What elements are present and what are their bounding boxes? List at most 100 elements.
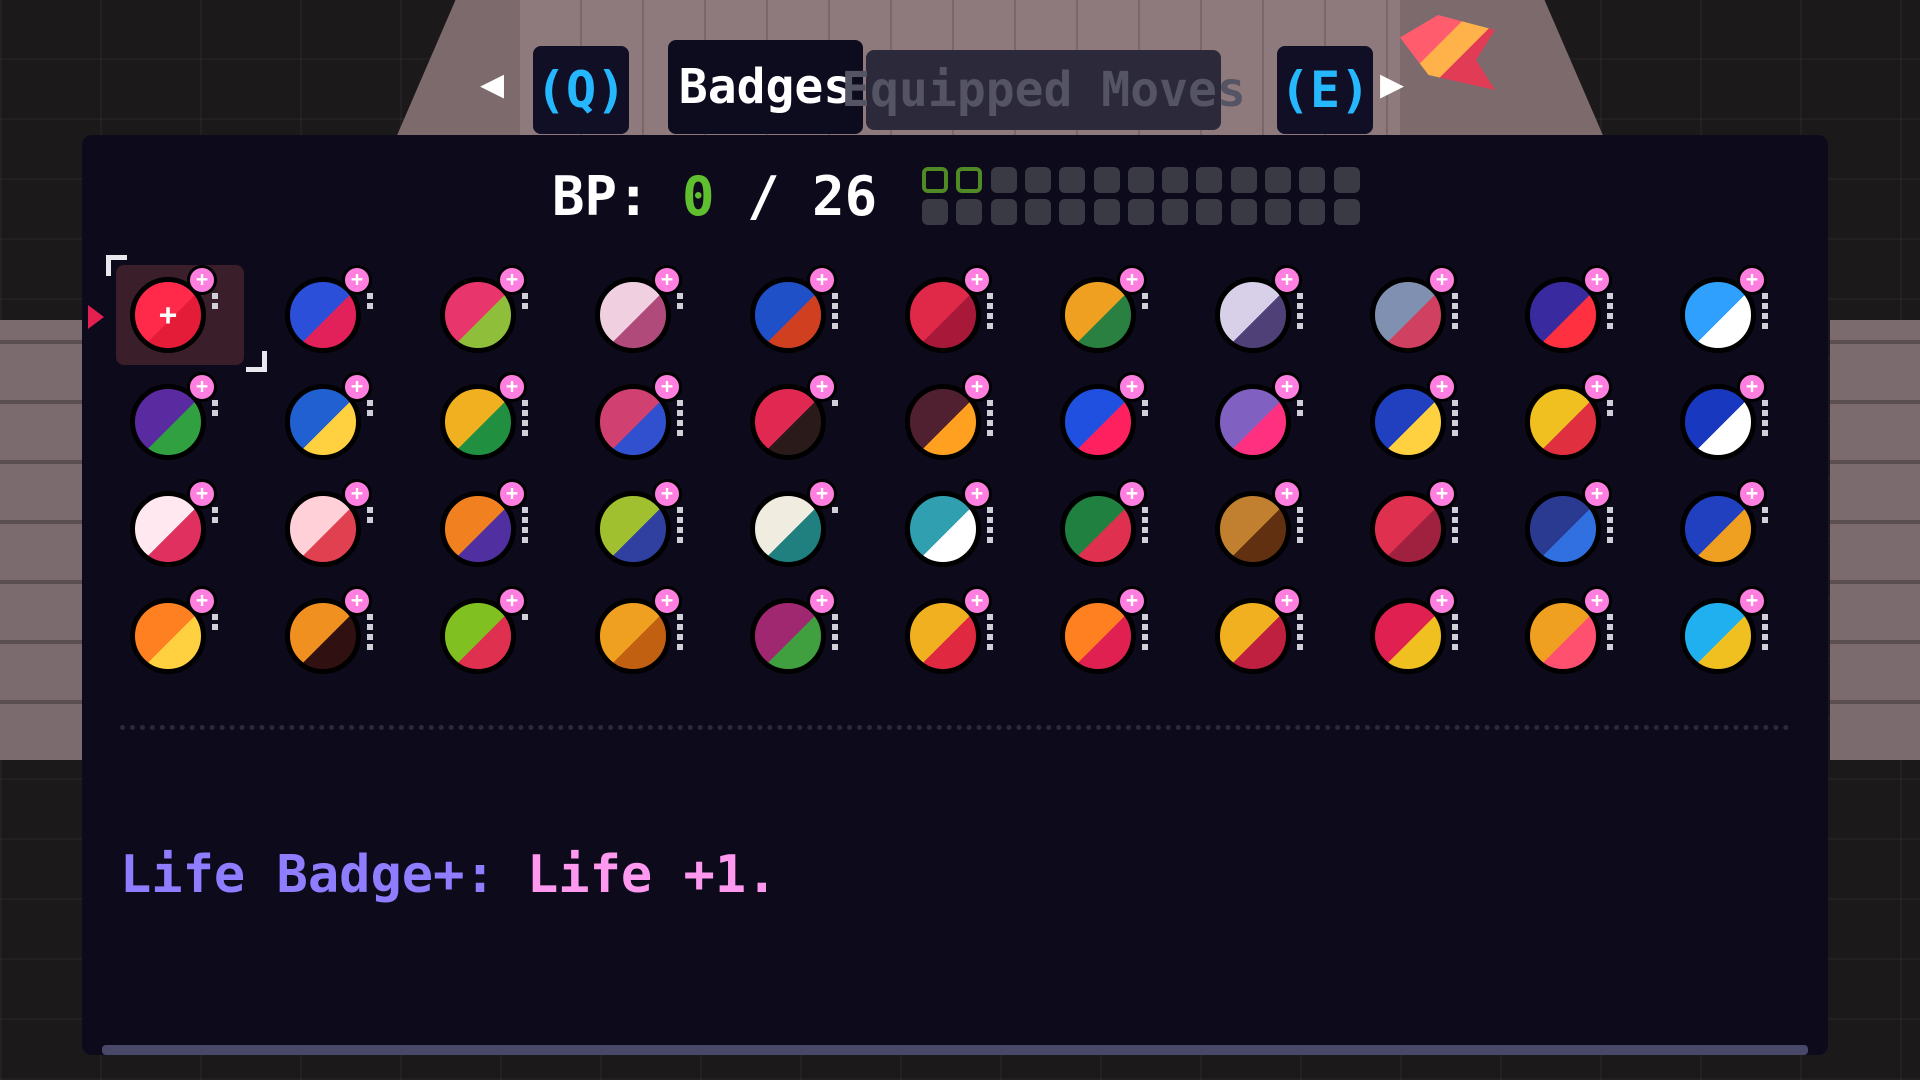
upgraded-plus-icon: + [1737,586,1767,616]
badge-slot[interactable]: + [1662,263,1817,370]
cost-pip [1142,507,1148,513]
cost-pip [1452,644,1458,650]
badge-slot[interactable]: + [1197,370,1352,477]
right-brick-wall [1830,320,1920,760]
badge-slot[interactable]: + [732,370,887,477]
badge-glyph [1375,496,1441,562]
badge-slot[interactable]: + [1507,370,1662,477]
upgraded-plus-icon: + [1582,265,1612,295]
badge-slot[interactable]: + [732,263,887,370]
badge-slot[interactable]: + [1197,263,1352,370]
badge-slot[interactable]: + [422,477,577,584]
cost-pip [677,527,683,533]
cost-pip [1452,624,1458,630]
panel-scrollbar[interactable] [102,1045,1808,1055]
badge-slot[interactable]: + [422,370,577,477]
badge-slot[interactable]: + [1662,370,1817,477]
bp-meter-slot [1196,167,1223,193]
upgraded-plus-icon: + [1737,479,1767,509]
badge-slot[interactable]: + [1352,584,1507,691]
badge-slot[interactable]: + [1197,477,1352,584]
badge-cost-pips [677,293,683,309]
badge-slot[interactable]: + [732,584,887,691]
badge-glyph [1065,496,1131,562]
upgraded-plus-icon: + [1582,586,1612,616]
badge-slot[interactable]: + [422,263,577,370]
badge-description: Life Badge+: Life +1. [120,845,777,905]
badge-glyph [755,603,821,669]
badge-slot[interactable]: + [1662,477,1817,584]
badge-cost-pips [1762,400,1768,436]
upgraded-plus-icon: + [652,479,682,509]
badge-cost-pips [987,507,993,543]
cost-pip [987,400,993,406]
badge-cost-pips [1297,507,1303,543]
badge-slot[interactable]: + [1507,477,1662,584]
upgraded-plus-icon: + [652,586,682,616]
badge-slot[interactable]: + [112,370,267,477]
badge-slot[interactable]: + [887,263,1042,370]
badge-slot[interactable]: + [1042,477,1197,584]
badge-glyph [1375,603,1441,669]
cost-pip [367,614,373,620]
cost-pip [522,614,528,620]
badge-slot[interactable]: + [112,584,267,691]
badge-cost-pips [367,400,373,416]
tab-next-arrow-icon[interactable]: ▶ [1380,64,1404,104]
badge-slot[interactable]: + + [88,255,267,372]
badge-slot[interactable]: + [1507,263,1662,370]
cost-pip [1762,420,1768,426]
badge-slot[interactable]: + [1197,584,1352,691]
badge-slot[interactable]: + [422,584,577,691]
cost-pip [522,410,528,416]
tab-equipped-moves[interactable]: Equipped Moves [841,50,1246,130]
badge-slot[interactable]: + [577,263,732,370]
badge-slot[interactable]: + [577,477,732,584]
badge-slot[interactable]: + [577,370,732,477]
cost-pip [987,303,993,309]
badge-slot[interactable]: + [1662,584,1817,691]
upgraded-plus-icon: + [1117,265,1147,295]
badge-cost-pips [367,614,373,650]
badge-slot[interactable]: + [267,263,422,370]
bp-meter-slot [1059,167,1086,193]
bp-meter-slot [1230,199,1257,225]
bp-meter-slot [1093,199,1120,225]
badge-slot[interactable]: + [577,584,732,691]
badge-grid: + + + + + + + + + + + + + + + + + + + + + + + + + + + + + + + + + + + + + + + +… [88,255,1812,683]
badge-glyph [1220,389,1286,455]
badge-slot[interactable]: + [267,477,422,584]
badge-cost-pips [1142,507,1148,543]
badge-cost-pips [832,400,838,406]
badge-slot[interactable]: + [1352,370,1507,477]
tab-next-key-button[interactable]: (E) [1277,46,1373,134]
bp-meter-slot [956,167,983,193]
tab-prev-arrow-icon[interactable]: ◀ [480,64,504,104]
badge-glyph [1530,603,1596,669]
badge-slot[interactable]: + [1507,584,1662,691]
tab-prev-key-button[interactable]: (Q) [533,46,629,134]
badge-slot[interactable]: + [1042,584,1197,691]
badge-slot[interactable]: + [267,370,422,477]
cost-pip [367,624,373,630]
badge-slot[interactable]: + [267,584,422,691]
tab-badges[interactable]: Badges [668,40,863,134]
badge-slot[interactable]: + [887,370,1042,477]
badge-slot[interactable]: + [1042,263,1197,370]
badge-glyph [445,496,511,562]
badge-cost-pips [1297,614,1303,650]
bp-used-value: 0 [682,165,715,228]
badge-slot[interactable]: + [1042,370,1197,477]
cost-pip [212,410,218,416]
cost-pip [1452,410,1458,416]
badge-slot[interactable]: + [1352,477,1507,584]
badge-slot[interactable]: + [1352,263,1507,370]
badge-slot[interactable]: + [732,477,887,584]
badge-slot[interactable]: + [887,477,1042,584]
cost-pip [1452,507,1458,513]
badge-slot[interactable]: + [887,584,1042,691]
cost-pip [1297,303,1303,309]
badge-glyph [290,282,356,348]
badge-slot[interactable]: + [112,477,267,584]
cost-pip [1297,410,1303,416]
